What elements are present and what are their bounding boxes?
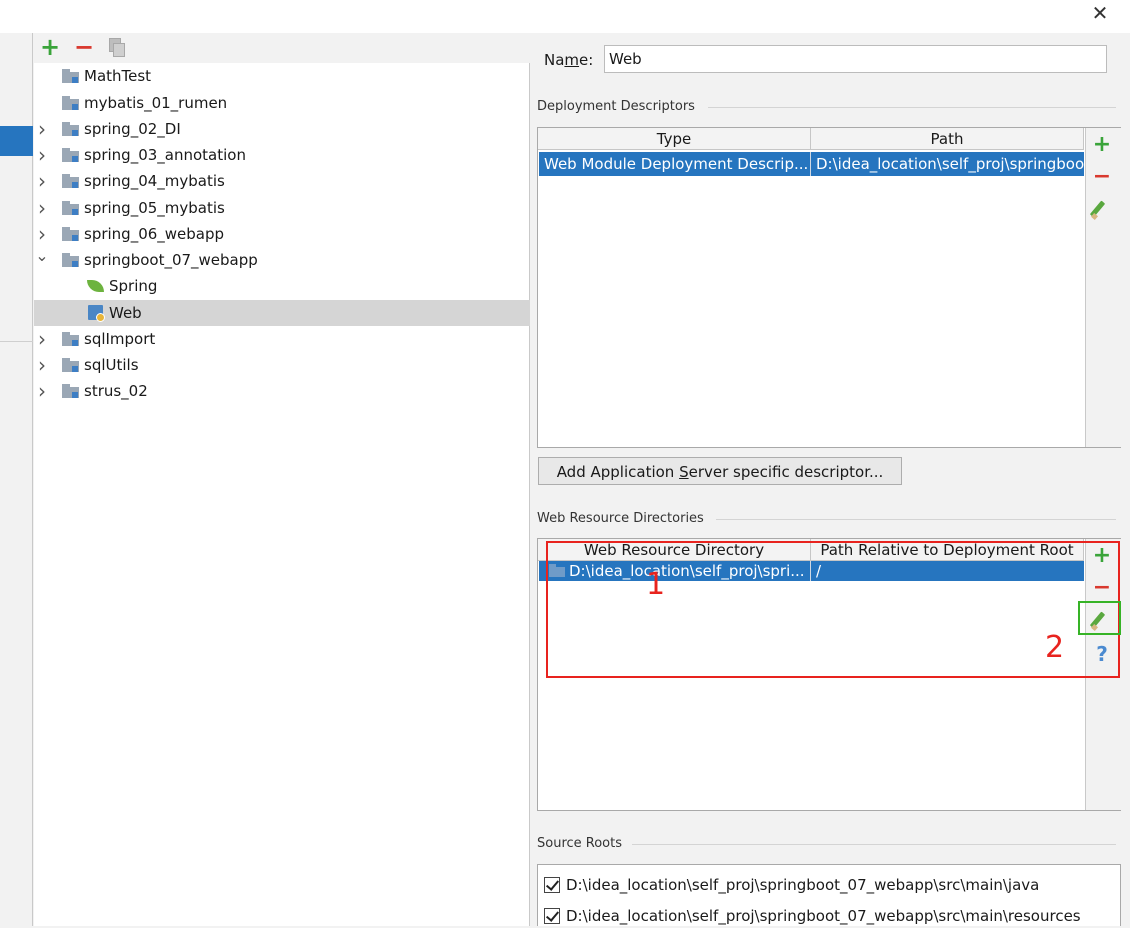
source-root-checkbox[interactable] [544, 908, 560, 924]
tree-item-module[interactable]: mybatis_01_rumen [34, 90, 530, 116]
tree-item-module[interactable]: › spring_04_mybatis [34, 168, 530, 194]
copy-icon[interactable] [107, 38, 125, 58]
left-category-strip [0, 33, 33, 926]
title-bar [0, 0, 1130, 33]
descriptor-path-cell[interactable]: D:\idea_location\self_proj\springboot [811, 152, 1084, 176]
chevron-right-icon[interactable]: › [35, 116, 49, 142]
tree-item-facet[interactable]: Spring [34, 273, 530, 299]
module-folder-icon [62, 96, 79, 110]
remove-descriptor-icon[interactable]: − [1090, 165, 1114, 189]
chevron-right-icon[interactable]: › [35, 326, 49, 352]
chevron-right-icon[interactable]: › [35, 168, 49, 194]
spring-leaf-icon [87, 279, 104, 293]
close-icon[interactable]: ✕ [1088, 0, 1112, 26]
tree-item-module[interactable]: MathTest [34, 63, 530, 89]
tree-item-label: strus_02 [84, 382, 148, 400]
web-facet-icon [88, 305, 105, 322]
tree-item-module[interactable]: › sqlUtils [34, 352, 530, 378]
chevron-right-icon[interactable]: › [35, 221, 49, 247]
annotation-label-1: 1 [646, 567, 666, 602]
edit-descriptor-icon[interactable] [1089, 197, 1114, 221]
tree-item-label: mybatis_01_rumen [84, 94, 228, 112]
module-folder-icon [62, 358, 79, 372]
module-folder-icon [62, 332, 79, 346]
tree-item-module[interactable]: › spring_03_annotation [34, 142, 530, 168]
add-server-descriptor-button[interactable]: Add Application Server specific descript… [538, 457, 902, 485]
name-input[interactable] [604, 45, 1107, 73]
tree-item-label: Web [109, 304, 142, 322]
chevron-right-icon[interactable]: › [35, 352, 49, 378]
source-root-item: D:\idea_location\self_proj\springboot_07… [544, 904, 1104, 928]
tree-item-label: sqlUtils [84, 356, 139, 374]
tree-item-module[interactable]: ⌄ springboot_07_webapp [34, 247, 530, 273]
source-roots-title: Source Roots [537, 836, 623, 851]
module-folder-icon [62, 69, 79, 83]
source-root-item: D:\idea_location\self_proj\springboot_07… [544, 873, 1104, 897]
tree-item-label: Spring [109, 277, 158, 295]
section-divider [716, 519, 1116, 520]
descriptor-type-cell[interactable]: Web Module Deployment Descrip... [539, 152, 811, 176]
tree-item-facet[interactable]: Web [34, 300, 530, 326]
tree-item-module[interactable]: › spring_05_mybatis [34, 195, 530, 221]
tree-item-label: spring_04_mybatis [84, 172, 225, 190]
module-folder-icon [62, 384, 79, 398]
name-label: Name: [544, 51, 594, 69]
annotation-label-2: 2 [1045, 630, 1065, 665]
chevron-right-icon[interactable]: › [35, 195, 49, 221]
chevron-right-icon[interactable]: › [35, 142, 49, 168]
module-folder-icon [62, 201, 79, 215]
tree-item-module[interactable]: › spring_02_DI [34, 116, 530, 142]
tree-item-label: sqlImport [84, 330, 156, 348]
tree-item-label: spring_03_annotation [84, 146, 246, 164]
module-folder-icon [62, 253, 79, 267]
add-icon[interactable]: + [39, 34, 61, 60]
section-divider [708, 107, 1116, 108]
remove-icon[interactable]: − [73, 34, 95, 60]
chevron-right-icon[interactable]: › [35, 378, 49, 404]
source-root-path: D:\idea_location\self_proj\springboot_07… [566, 907, 1081, 925]
section-divider [632, 844, 1116, 845]
module-folder-icon [62, 148, 79, 162]
tree-item-label: MathTest [84, 67, 152, 85]
source-root-path: D:\idea_location\self_proj\springboot_07… [566, 876, 1040, 894]
column-header-path[interactable]: Path [811, 128, 1084, 150]
tree-item-label: spring_06_webapp [84, 225, 225, 243]
tree-item-label: springboot_07_webapp [84, 251, 258, 269]
tree-item-module[interactable]: › strus_02 [34, 378, 530, 404]
module-folder-icon [62, 227, 79, 241]
module-folder-icon [62, 174, 79, 188]
chevron-down-icon[interactable]: ⌄ [35, 247, 49, 273]
annotation-box-green [1078, 601, 1121, 635]
tree-item-module[interactable]: › spring_06_webapp [34, 221, 530, 247]
tree-item-module[interactable]: › sqlImport [34, 326, 530, 352]
web-resource-directories-title: Web Resource Directories [537, 511, 704, 526]
annotation-box-red [546, 541, 1120, 678]
tree-item-label: spring_02_DI [84, 120, 181, 138]
source-root-checkbox[interactable] [544, 877, 560, 893]
add-descriptor-icon[interactable]: + [1090, 133, 1114, 157]
deployment-descriptors-title: Deployment Descriptors [537, 99, 695, 114]
tree-item-label: spring_05_mybatis [84, 199, 225, 217]
module-folder-icon [62, 122, 79, 136]
column-header-type[interactable]: Type [538, 128, 811, 150]
left-strip-selected-item[interactable] [0, 126, 33, 156]
deployment-descriptors-table: Type Path Web Module Deployment Descrip.… [537, 127, 1121, 448]
divider [0, 341, 33, 342]
